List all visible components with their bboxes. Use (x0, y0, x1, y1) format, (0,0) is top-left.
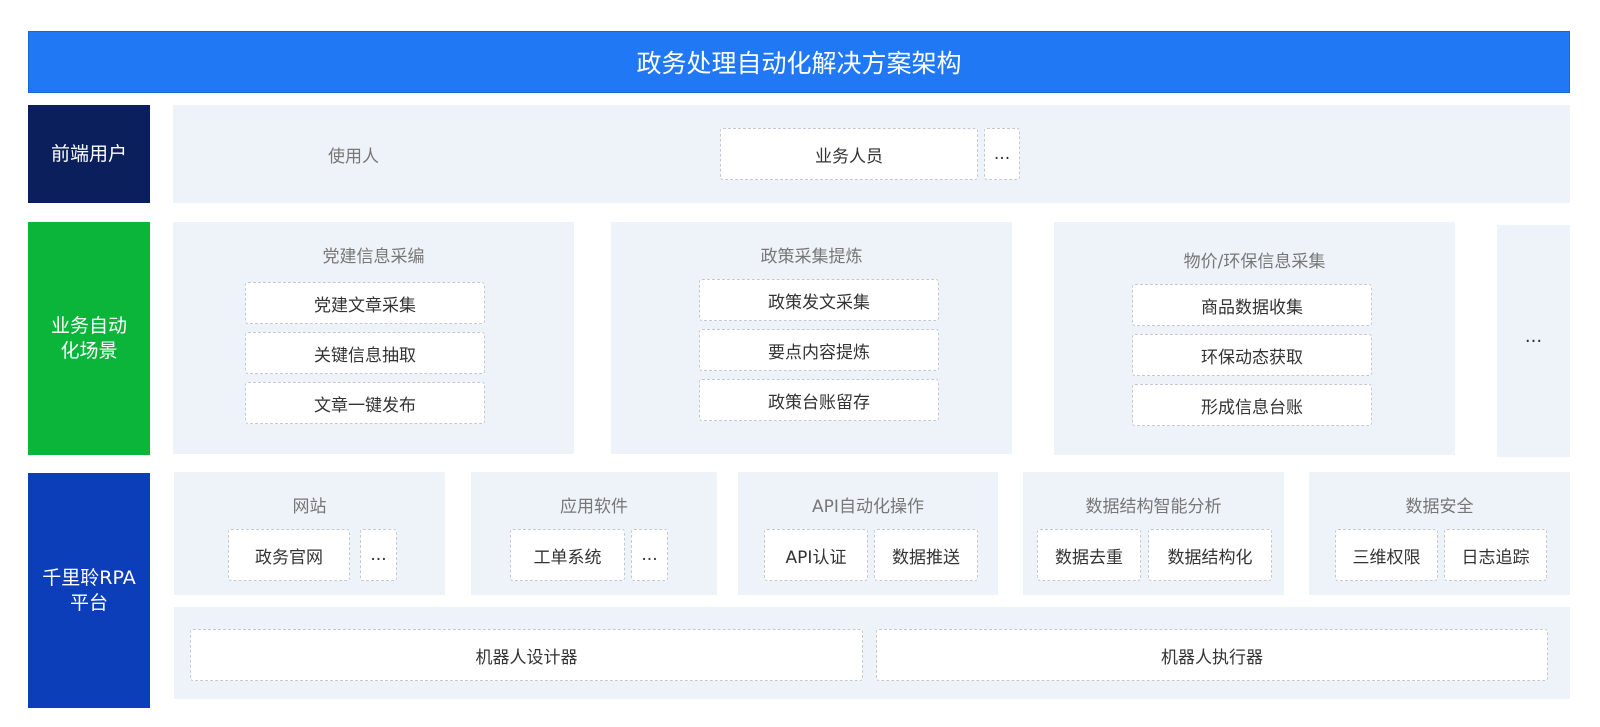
platform-module-title: 数据结构智能分析 (1085, 497, 1222, 517)
platform-module-item: 数据去重 (1037, 529, 1141, 581)
diagram-title: 政务处理自动化解决方案架构 (28, 31, 1570, 93)
scenario-group-title: 党建信息采编 (322, 247, 425, 267)
robots-panel: 机器人设计器 机器人执行器 (174, 607, 1570, 699)
scenario-group-title: 政策采集提炼 (760, 247, 863, 267)
platform-module-item: ... (360, 529, 397, 581)
scenario-item: 环保动态获取 (1132, 334, 1372, 376)
platform-module-title: API自动化操作 (812, 497, 924, 517)
scenario-item: 商品数据收集 (1132, 284, 1372, 326)
scenario-more-ellipsis: ··· (1524, 330, 1543, 352)
robot-designer-box: 机器人设计器 (190, 629, 863, 681)
scenario-item: 要点内容提炼 (699, 329, 939, 371)
scenario-item: 形成信息台账 (1132, 384, 1372, 426)
platform-module-item: 政务官网 (228, 529, 350, 581)
row-label-scenarios-line-2: 化场景 (60, 339, 118, 362)
row-label-scenarios-line-1: 业务自动 (50, 314, 127, 337)
scenario-item: 党建文章采集 (245, 282, 485, 324)
platform-module-item: 日志追踪 (1444, 529, 1547, 581)
platform-module-item: 三维权限 (1335, 529, 1438, 581)
row-label-scenarios: 业务自动 化场景 (28, 222, 150, 455)
user-box-business-staff: 业务人员 (720, 128, 978, 180)
scenario-item: 文章一键发布 (245, 382, 485, 424)
scenario-item: 政策发文采集 (699, 279, 939, 321)
row-label-frontend-line-1: 前端用户 (50, 142, 127, 165)
platform-module: 应用软件 工单系统 ... (471, 472, 717, 595)
row-label-platform-line-2: 平台 (69, 591, 108, 614)
scenario-group-title: 物价/环保信息采集 (1183, 252, 1326, 272)
scenario-group: 政策采集提炼 政策发文采集 要点内容提炼 政策台账留存 (611, 222, 1012, 454)
platform-module-title: 应用软件 (560, 497, 628, 517)
platform-module: API自动化操作 API认证 数据推送 (738, 472, 998, 595)
platform-module: 网站 政务官网 ... (174, 472, 445, 595)
platform-module-item: 数据推送 (874, 529, 978, 581)
platform-module-item: ... (631, 529, 668, 581)
platform-module: 数据安全 三维权限 日志追踪 (1309, 472, 1570, 595)
scenario-item: 关键信息抽取 (245, 332, 485, 374)
row-label-platform: 千里聆RPA 平台 (28, 473, 150, 708)
platform-module: 数据结构智能分析 数据去重 数据结构化 (1023, 472, 1284, 595)
platform-module-title: 网站 (292, 497, 327, 517)
platform-module-item: 工单系统 (510, 529, 625, 581)
user-caption: 使用人 (328, 147, 379, 167)
scenario-group: 物价/环保信息采集 商品数据收集 环保动态获取 形成信息台账 (1054, 222, 1455, 455)
scenario-more-panel: ··· (1497, 225, 1570, 457)
robot-executor-box: 机器人执行器 (876, 629, 1548, 681)
platform-module-item: API认证 (764, 529, 868, 581)
frontend-panel: 使用人 业务人员 ... (173, 105, 1570, 203)
scenario-group: 党建信息采编 党建文章采集 关键信息抽取 文章一键发布 (173, 222, 574, 454)
row-label-frontend: 前端用户 (28, 105, 150, 203)
platform-module-title: 数据安全 (1405, 497, 1474, 517)
user-box-more: ... (984, 128, 1020, 180)
scenario-item: 政策台账留存 (699, 379, 939, 421)
platform-module-item: 数据结构化 (1148, 529, 1272, 581)
row-label-platform-line-1: 千里聆RPA (42, 566, 136, 589)
